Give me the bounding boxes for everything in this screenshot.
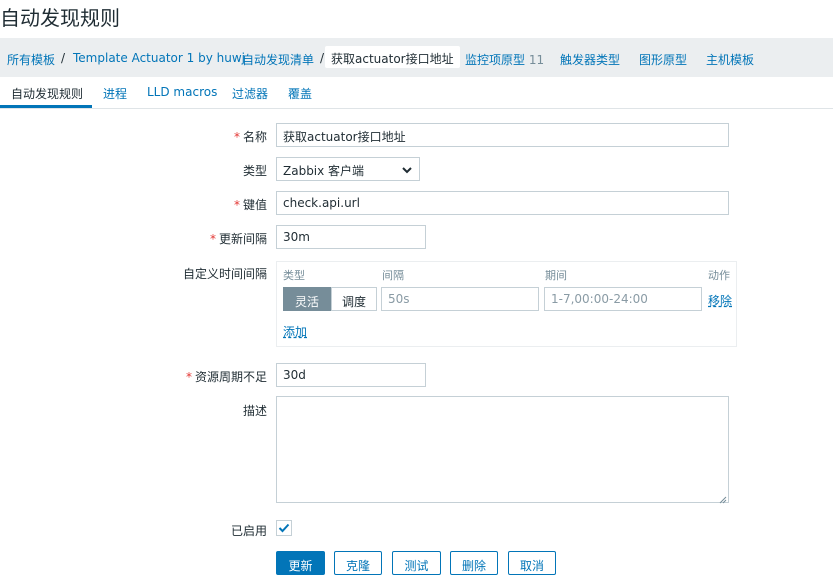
lifetime-label: * 资源周期不足	[185, 370, 267, 384]
breadcrumb-separator: /	[320, 51, 325, 65]
enabled-checkbox[interactable]	[276, 520, 292, 536]
custom-intervals-label: 自定义时间间隔	[182, 267, 267, 281]
nav-trigger-prototypes[interactable]: 触发器类型	[560, 51, 620, 68]
breadcrumb-discovery-list[interactable]: 自动发现清单	[242, 51, 314, 68]
nav-graph-prototypes[interactable]: 图形原型	[639, 51, 687, 68]
page-title: 自动发现规则	[0, 6, 120, 30]
add-interval-link[interactable]: 添加	[283, 323, 307, 340]
nav-item-prototypes[interactable]: 监控项原型 11	[465, 51, 544, 68]
key-field[interactable]: check.api.url	[276, 191, 729, 215]
remove-interval-link[interactable]: 移除	[708, 292, 732, 309]
update-interval-label: * 更新间隔	[209, 232, 267, 246]
custom-intervals-action-header: 动作	[708, 269, 730, 282]
type-label: 类型	[242, 164, 267, 178]
custom-intervals-type-header: 类型	[283, 269, 305, 282]
update-button[interactable]: 更新	[276, 551, 325, 575]
active-tab-indicator	[0, 105, 92, 108]
type-select[interactable]: Zabbix 客户端	[276, 157, 420, 181]
interval-field[interactable]: 50s	[381, 287, 539, 311]
name-field[interactable]: 获取actuator接口地址	[276, 123, 729, 147]
name-label: * 名称	[233, 130, 267, 144]
chevron-down-icon	[401, 164, 413, 174]
check-icon	[278, 523, 290, 533]
cancel-button[interactable]: 取消	[508, 551, 556, 575]
update-interval-field[interactable]: 30m	[276, 225, 426, 249]
custom-intervals-period-header: 期间	[545, 269, 567, 282]
scheduling-toggle[interactable]: 调度	[331, 287, 377, 311]
clone-button[interactable]: 克隆	[334, 551, 382, 575]
lifetime-field[interactable]: 30d	[276, 363, 426, 387]
nav-item-prototypes-label: 监控项原型	[465, 53, 526, 67]
resize-grip-icon[interactable]	[719, 493, 727, 504]
custom-intervals-interval-header: 间隔	[382, 269, 404, 282]
delete-button[interactable]: 删除	[450, 551, 498, 575]
enabled-label: 已启用	[230, 524, 267, 538]
breadcrumb-template[interactable]: Template Actuator 1 by huwj	[73, 51, 245, 65]
tab-lld-macros[interactable]: LLD macros	[147, 85, 217, 99]
breadcrumb-current-rule: 获取actuator接口地址	[325, 46, 460, 68]
key-label: * 键值	[233, 198, 267, 212]
tab-discovery-rule[interactable]: 自动发现规则	[11, 85, 83, 102]
flexible-toggle[interactable]: 灵活	[283, 287, 331, 311]
description-label: 描述	[242, 404, 267, 418]
description-field[interactable]	[276, 396, 729, 504]
test-button[interactable]: 测试	[392, 551, 441, 575]
type-select-value: Zabbix 客户端	[283, 164, 365, 178]
tab-preprocessing[interactable]: 进程	[103, 85, 127, 102]
period-field[interactable]: 1-7,00:00-24:00	[544, 287, 702, 311]
breadcrumb-separator: /	[61, 51, 66, 65]
tab-bar: 自动发现规则 进程 LLD macros 过滤器 覆盖	[0, 77, 833, 109]
breadcrumb: 所有模板 / Template Actuator 1 by huwj 自动发现清…	[0, 38, 833, 77]
breadcrumb-all-templates[interactable]: 所有模板	[7, 51, 55, 68]
tab-overrides[interactable]: 覆盖	[288, 85, 312, 102]
tab-filters[interactable]: 过滤器	[232, 85, 268, 102]
nav-item-prototypes-count: 11	[528, 53, 545, 67]
nav-host-prototypes[interactable]: 主机模板	[706, 51, 754, 68]
